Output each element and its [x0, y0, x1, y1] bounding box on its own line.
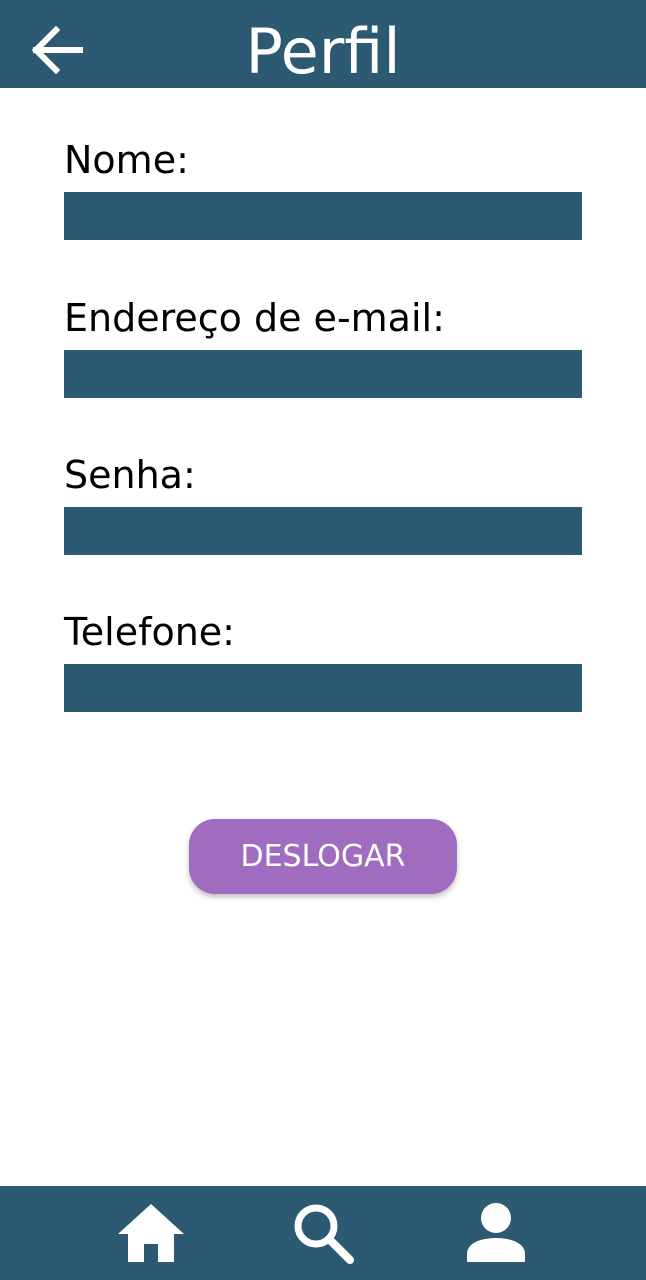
name-label: Nome: — [64, 138, 189, 182]
email-input[interactable] — [64, 350, 582, 398]
email-label: Endereço de e-mail: — [64, 296, 445, 340]
page-title: Perfil — [245, 15, 401, 88]
name-input[interactable] — [64, 192, 582, 240]
phone-input[interactable] — [64, 664, 582, 712]
person-icon — [467, 1203, 525, 1262]
phone-field-group: Telefone: — [64, 608, 582, 712]
home-icon — [118, 1204, 184, 1262]
phone-label: Telefone: — [64, 610, 235, 654]
profile-screen: Perfil Nome: Endereço de e-mail: Senha: … — [0, 0, 646, 1280]
logout-button[interactable]: DESLOGAR — [189, 819, 457, 894]
nav-home-button[interactable] — [116, 1200, 186, 1266]
app-header: Perfil — [0, 0, 646, 88]
nav-profile-button[interactable] — [461, 1200, 531, 1266]
search-icon — [294, 1204, 354, 1264]
password-field-group: Senha: — [64, 451, 582, 555]
name-field-group: Nome: — [64, 136, 582, 240]
bottom-nav — [0, 1186, 646, 1280]
nav-search-button[interactable] — [288, 1200, 358, 1266]
password-input[interactable] — [64, 507, 582, 555]
password-label: Senha: — [64, 453, 196, 497]
email-field-group: Endereço de e-mail: — [64, 294, 582, 398]
